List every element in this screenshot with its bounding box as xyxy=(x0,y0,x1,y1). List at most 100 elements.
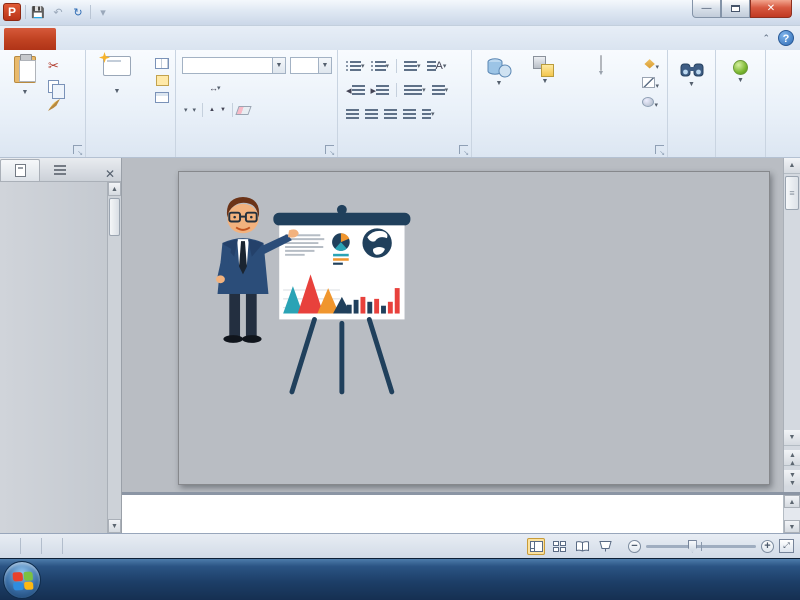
scrollbar-thumb[interactable] xyxy=(785,176,799,210)
new-slide-icon xyxy=(103,56,131,76)
scroll-up-icon[interactable]: ▲ xyxy=(784,158,800,174)
scrollbar-thumb[interactable] xyxy=(109,198,120,236)
font-name-combo[interactable]: ▼ xyxy=(182,57,286,74)
underline-button[interactable] xyxy=(192,80,196,96)
close-button[interactable]: ✕ xyxy=(750,0,792,18)
reading-view-button[interactable] xyxy=(573,538,591,555)
zoom-in-button[interactable]: + xyxy=(761,540,774,553)
normal-view-button[interactable] xyxy=(527,538,545,555)
smartart-button[interactable]: ▾ xyxy=(420,106,437,122)
chevron-down-icon[interactable]: ▼ xyxy=(318,58,331,73)
new-group-button[interactable]: ▼ xyxy=(716,60,765,84)
collapse-ribbon-icon[interactable]: ⌃ xyxy=(762,33,770,44)
grow-font-button[interactable]: ▲ xyxy=(207,102,217,118)
align-left-button[interactable] xyxy=(344,106,361,122)
increase-indent-button[interactable]: ▸ xyxy=(369,82,392,98)
notes-pane[interactable]: ▲ ▼ xyxy=(122,492,800,533)
slide-canvas[interactable] xyxy=(178,171,770,485)
panel-scrollbar[interactable]: ▲ ▼ xyxy=(107,182,121,533)
zoom-tick xyxy=(701,542,702,551)
quick-styles-button[interactable]: ▼ xyxy=(570,56,632,77)
slide-counter[interactable] xyxy=(0,538,21,554)
save-icon[interactable]: 💾 xyxy=(30,6,46,19)
powerpoint-app-icon[interactable]: P xyxy=(3,3,21,21)
italic-button[interactable] xyxy=(187,80,191,96)
shapes-button[interactable]: ▼ xyxy=(478,56,520,87)
start-button[interactable] xyxy=(3,561,41,599)
paragraph-dialog-launcher[interactable] xyxy=(459,145,468,154)
align-center-button[interactable] xyxy=(363,106,380,122)
notes-scrollbar[interactable]: ▲ ▼ xyxy=(783,495,800,533)
scroll-down-icon[interactable]: ▼ xyxy=(784,430,800,446)
zoom-slider[interactable] xyxy=(646,545,756,548)
text-direction-button[interactable]: A▾ xyxy=(425,58,449,74)
slideshow-view-button[interactable] xyxy=(596,538,614,555)
cut-icon[interactable]: ✂ xyxy=(48,58,60,74)
vertical-scrollbar[interactable]: ▲ ▼ ▲▲ ▼▼ xyxy=(783,158,800,492)
slide-panel: ✕ ▲ ▼ xyxy=(0,158,122,533)
chevron-down-icon[interactable]: ▼ xyxy=(272,58,285,73)
character-spacing-button[interactable]: ↔▾ xyxy=(207,80,222,96)
zoom-out-button[interactable]: − xyxy=(628,540,641,553)
audience-table-band xyxy=(179,414,769,440)
undo-icon[interactable]: ↶ xyxy=(50,6,66,19)
scroll-up-icon[interactable]: ▲ xyxy=(108,182,121,196)
justify-button[interactable] xyxy=(401,106,418,122)
columns-button[interactable]: ▾ xyxy=(402,82,428,98)
format-painter-icon[interactable] xyxy=(48,99,60,111)
fit-to-window-button[interactable]: ⤢ xyxy=(779,539,794,553)
line-spacing-button[interactable]: ▾ xyxy=(402,58,423,74)
numbering-button[interactable]: ▾ xyxy=(369,58,392,74)
shape-outline-button[interactable]: ▾ xyxy=(642,77,659,91)
slide-sorter-view-button[interactable] xyxy=(550,538,568,555)
change-case-button[interactable]: ▾ xyxy=(191,102,199,118)
customize-qat-icon[interactable]: ▾ xyxy=(95,6,111,19)
font-color-button[interactable]: ▾ xyxy=(182,102,190,118)
editing-button[interactable]: ▼ xyxy=(668,60,715,88)
reset-icon[interactable] xyxy=(156,75,169,86)
font-size-combo[interactable]: ▼ xyxy=(290,57,332,74)
font-dialog-launcher[interactable] xyxy=(325,145,334,154)
restore-button[interactable] xyxy=(721,0,750,18)
strikethrough-button[interactable] xyxy=(202,80,206,96)
thumbnail-list xyxy=(0,182,107,533)
redo-icon[interactable]: ↻ xyxy=(70,6,86,19)
scroll-down-icon[interactable]: ▼ xyxy=(784,520,800,533)
copy-icon[interactable] xyxy=(48,80,59,93)
previous-slide-icon[interactable]: ▲▲ xyxy=(784,450,800,466)
zoom-slider-thumb[interactable] xyxy=(688,540,697,553)
align-right-button[interactable] xyxy=(382,106,399,122)
text-shadow-button[interactable] xyxy=(197,80,201,96)
file-tab[interactable] xyxy=(4,28,56,50)
bullets-button[interactable]: ▾ xyxy=(344,58,367,74)
next-slide-icon[interactable]: ▼▼ xyxy=(784,470,800,486)
presenter-illustration xyxy=(195,186,430,398)
help-icon[interactable]: ? xyxy=(778,30,794,46)
quick-styles-icon xyxy=(600,55,602,71)
divider xyxy=(25,5,26,19)
layout-icon[interactable] xyxy=(155,58,169,69)
shrink-font-button[interactable]: ▼ xyxy=(218,102,228,118)
clipboard-dialog-launcher[interactable] xyxy=(73,145,82,154)
decrease-indent-button[interactable]: ◂ xyxy=(344,82,367,98)
scroll-up-icon[interactable]: ▲ xyxy=(784,495,800,508)
new-slide-button[interactable]: ▼ xyxy=(94,56,140,132)
drawing-dialog-launcher[interactable] xyxy=(655,145,664,154)
paste-button[interactable]: ▼ xyxy=(6,56,44,128)
paste-icon xyxy=(14,56,36,83)
minimize-button[interactable]: — xyxy=(692,0,721,18)
theme-name[interactable] xyxy=(21,538,42,554)
scroll-down-icon[interactable]: ▼ xyxy=(108,519,121,533)
tab-outline[interactable] xyxy=(40,159,80,181)
bold-button[interactable] xyxy=(182,80,186,96)
shape-fill-button[interactable]: ▾ xyxy=(642,58,659,72)
tab-slides[interactable] xyxy=(0,159,40,181)
align-text-button[interactable]: ▾ xyxy=(430,82,451,98)
section-icon[interactable] xyxy=(155,92,169,103)
taskbar xyxy=(0,558,800,600)
arrange-button[interactable]: ▼ xyxy=(524,56,566,85)
language-indicator[interactable] xyxy=(42,538,63,554)
shape-effects-button[interactable]: ▾ xyxy=(642,96,659,110)
clear-formatting-icon[interactable] xyxy=(235,106,251,115)
close-pane-icon[interactable]: ✕ xyxy=(105,167,115,181)
